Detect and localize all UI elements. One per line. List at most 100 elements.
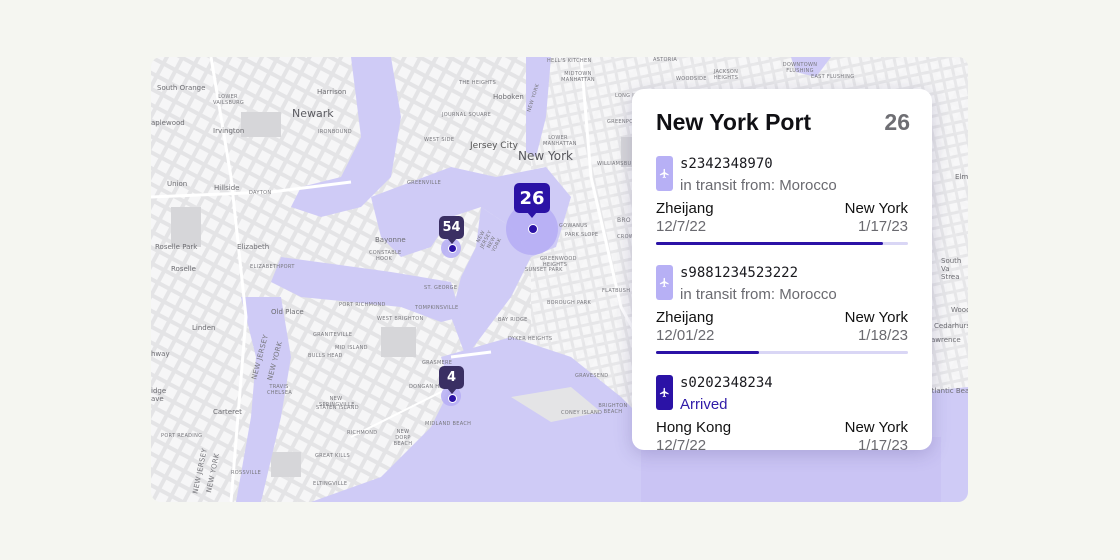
map-label: Roselle <box>171 265 196 273</box>
map-label: WEST BRIGHTON <box>377 316 424 322</box>
map-label: ave <box>151 395 164 403</box>
map-label: ELTINGVILLE <box>313 481 348 487</box>
map-label: WEST SIDE <box>424 137 455 143</box>
shipment-end-date: 1/17/23 <box>857 437 908 450</box>
shipment-progress-bar <box>656 242 908 245</box>
shipment-destination: New York <box>844 200 908 217</box>
shipment-start-date: 12/01/22 <box>656 327 715 344</box>
map-label: Irvington <box>213 127 245 135</box>
shipment-progress-fill <box>656 242 883 245</box>
cluster-count: 4 <box>446 370 457 385</box>
map-label: DAYTON <box>249 190 272 196</box>
map-label: Roselle Park <box>155 243 198 251</box>
map-label: PARK SLOPE <box>565 232 599 238</box>
map-label: GRANITEVILLE <box>313 332 353 338</box>
map-label: CONSTABLE HOOK <box>369 250 402 262</box>
plane-icon <box>656 156 673 191</box>
map-label: PORT RICHMOND <box>339 302 386 308</box>
shipment-status: in transit from: Morocco <box>680 177 837 194</box>
map-label: Harrison <box>317 88 347 96</box>
cluster-marker-4[interactable]: 4 <box>439 366 464 406</box>
map-label: BAY RIDGE <box>498 317 528 323</box>
shipment-progress-fill <box>656 351 760 354</box>
map-label: HELL'S KITCHEN <box>547 58 592 64</box>
map-label: LOWER MANHATTAN <box>543 135 577 147</box>
map-label: idge <box>151 387 167 395</box>
map-label: ASTORIA <box>653 57 678 63</box>
map-label: Wood <box>951 306 968 314</box>
map-label: IRONBOUND <box>318 129 352 135</box>
map-label: South Orange <box>157 84 206 92</box>
map-label: awrence <box>931 336 961 344</box>
shipment-id: s9881234523222 <box>680 265 799 281</box>
map-label: LOWER VAILSBURG <box>213 94 245 106</box>
map-label: Linden <box>192 324 216 332</box>
map-label: hway <box>151 350 170 358</box>
map-label: ST. GEORGE <box>424 285 458 291</box>
map-label: Elizabeth <box>237 243 270 251</box>
shipment-id: s2342348970 <box>680 156 773 172</box>
cluster-dot <box>448 244 457 253</box>
map-label: MIDTOWN MANHATTAN <box>561 71 595 83</box>
map-label: JOURNAL SQUARE <box>442 112 492 118</box>
map-label: BRIGHTON BEACH <box>598 403 628 415</box>
shipment-progress-bar <box>656 351 908 354</box>
map-label: New York <box>518 149 573 163</box>
shipment-status: in transit from: Morocco <box>680 286 837 303</box>
map-label: Atlantic Beach <box>927 387 968 395</box>
map-label: Old Place <box>271 308 304 316</box>
map-label: BULLS HEAD <box>308 353 343 359</box>
shipment-start-date: 12/7/22 <box>656 218 707 235</box>
map-label: Jersey City <box>470 141 518 151</box>
map-label: TOMPKINSVILLE <box>415 305 459 311</box>
map-label: MID ISLAND <box>335 345 368 351</box>
map-label: JACKSON HEIGHTS <box>713 69 739 81</box>
cluster-dot <box>448 394 457 403</box>
map-label: NEW DORP BEACH <box>393 429 413 447</box>
map-label: BOROUGH PARK <box>547 300 592 306</box>
shipment-start-date: 12/7/22 <box>656 437 707 450</box>
map-label: Union <box>167 180 188 188</box>
map-label: ELIZABETHPORT <box>250 264 295 270</box>
cluster-count: 26 <box>519 187 545 209</box>
map-label: Elm <box>955 173 968 181</box>
port-panel: New York Port 26 s2342348970 in transit … <box>632 89 932 450</box>
cluster-marker-26[interactable]: 26 <box>514 183 550 234</box>
map-label: FLATBUSH <box>602 288 631 294</box>
map-label: Carteret <box>213 408 242 416</box>
map-label: PORT READING <box>161 433 203 439</box>
plane-icon <box>656 375 673 410</box>
shipment-destination: New York <box>844 309 908 326</box>
plane-icon <box>656 265 673 300</box>
map-label: TRAVIS CHELSEA <box>267 384 293 396</box>
shipment-id: s0202348234 <box>680 375 773 391</box>
shipment-origin: Hong Kong <box>656 419 732 436</box>
map-label: DOWNTOWN FLUSHING <box>782 62 818 74</box>
map-label: SUNSET PARK <box>525 267 563 273</box>
port-shipment-count: 26 <box>884 109 910 135</box>
map-label: GRAVESEND <box>575 373 609 379</box>
map-label: GOWANUS <box>559 223 588 229</box>
map-label: EAST FLUSHING <box>811 74 855 80</box>
shipment-origin: Zheijang <box>656 200 714 217</box>
map-label: BRO <box>617 217 631 224</box>
shipment-end-date: 1/17/23 <box>857 218 908 235</box>
map-label: THE HEIGHTS <box>459 80 497 86</box>
map-label: Hillside <box>214 184 240 192</box>
map-label: aplewood <box>151 119 185 127</box>
map-label: STATEN ISLAND <box>316 405 359 411</box>
map-label: Hoboken <box>493 93 524 101</box>
cluster-pin[interactable]: 4 <box>439 366 464 394</box>
map-label: ROSSVILLE <box>231 470 262 476</box>
map-label: MIDLAND BEACH <box>425 421 472 427</box>
shipment-destination: New York <box>844 419 908 436</box>
map-label: RICHMOND <box>347 430 378 436</box>
port-title: New York Port <box>656 109 812 135</box>
cluster-marker-54[interactable]: 54 <box>439 216 464 256</box>
map-label: GREAT KILLS <box>315 453 350 459</box>
map-label: WOODSIDE <box>676 76 707 82</box>
map-label: Newark <box>292 107 334 120</box>
cluster-pin[interactable]: 26 <box>514 183 550 218</box>
cluster-pin[interactable]: 54 <box>439 216 464 244</box>
shipment-status: Arrived <box>680 396 728 413</box>
